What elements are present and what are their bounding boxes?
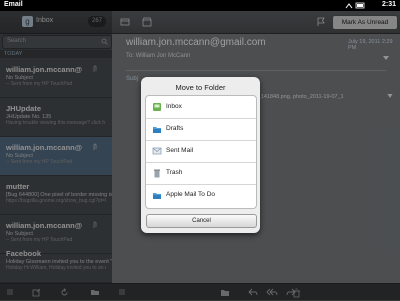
folder-label: Drafts	[166, 125, 184, 132]
folder-item-apple-mail-to-do[interactable]: Apple Mail To Do	[146, 184, 256, 206]
inbox-icon	[153, 103, 161, 111]
folder-item-drafts[interactable]: Drafts	[146, 118, 256, 141]
folder-label: Inbox	[166, 103, 182, 110]
dialog-title: Move to Folder	[175, 83, 226, 92]
folder-item-trash[interactable]: Trash	[146, 162, 256, 185]
folder-item-sent-mail[interactable]: Sent Mail	[146, 140, 256, 163]
app-menu-label[interactable]: Email	[4, 1, 23, 8]
folder-list: Inbox Drafts Sent Mail Trash Apple Mail …	[145, 95, 257, 209]
trash-icon	[154, 169, 160, 178]
folder-icon	[153, 193, 161, 199]
sent-mail-icon	[152, 147, 162, 155]
cancel-button[interactable]: Cancel	[146, 214, 257, 228]
folder-label: Trash	[166, 169, 183, 176]
status-bar: Email 2:31	[0, 0, 400, 11]
drafts-icon	[153, 127, 161, 133]
clock: 2:31	[381, 1, 396, 8]
folder-label: Apple Mail To Do	[166, 191, 216, 198]
folder-label: Sent Mail	[166, 147, 194, 154]
status-icons	[345, 2, 365, 9]
move-to-folder-dialog: Move to Folder Inbox Drafts Sent Mail Tr…	[141, 77, 260, 233]
folder-item-inbox[interactable]: Inbox	[146, 96, 256, 119]
